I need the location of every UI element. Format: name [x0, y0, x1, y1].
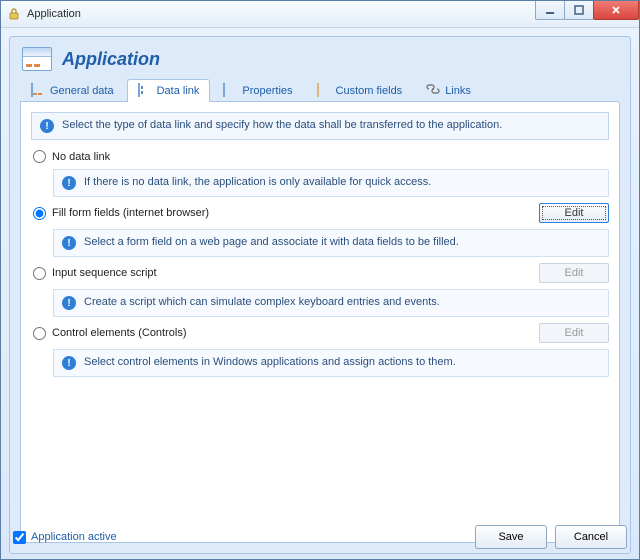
option-description: ! Select a form field on a web page and …	[53, 229, 609, 257]
window-buttons	[536, 1, 639, 20]
tab-data-link[interactable]: Data link	[127, 79, 211, 102]
option-label[interactable]: Control elements (Controls)	[52, 327, 187, 339]
maximize-button[interactable]	[564, 1, 594, 20]
option-label[interactable]: Input sequence script	[52, 267, 157, 279]
edit-button: Edit	[539, 263, 609, 283]
tab-general-data[interactable]: General data	[20, 79, 125, 102]
cancel-button[interactable]: Cancel	[555, 525, 627, 549]
info-text: Select the type of data link and specify…	[62, 119, 502, 131]
option-control-elements: Control elements (Controls) Edit ! Selec…	[31, 323, 609, 377]
tab-label: Data link	[157, 85, 200, 97]
dialog-footer: Application active Save Cancel	[13, 525, 627, 549]
tab-properties[interactable]: Properties	[212, 79, 303, 102]
option-description: ! Create a script which can simulate com…	[53, 289, 609, 317]
option-no-data-link: No data link ! If there is no data link,…	[31, 150, 609, 197]
edit-button[interactable]: Edit	[539, 203, 609, 223]
option-description: ! If there is no data link, the applicat…	[53, 169, 609, 197]
option-label[interactable]: No data link	[52, 151, 110, 163]
dialog-window: Application Application General data Dat…	[0, 0, 640, 560]
application-active-label[interactable]: Application active	[31, 531, 117, 543]
document-icon	[31, 84, 45, 98]
page-title: Application	[62, 49, 160, 70]
radio-input-sequence-script[interactable]	[33, 267, 46, 280]
option-input-sequence-script: Input sequence script Edit ! Create a sc…	[31, 263, 609, 317]
tab-label: Custom fields	[336, 85, 403, 97]
tab-links[interactable]: Links	[415, 79, 482, 102]
option-fill-form-fields: Fill form fields (internet browser) Edit…	[31, 203, 609, 257]
window-title: Application	[27, 8, 81, 20]
tab-panel-data-link: ! Select the type of data link and speci…	[20, 101, 620, 543]
properties-icon	[223, 84, 237, 98]
lock-icon	[7, 7, 21, 21]
info-icon: !	[40, 119, 54, 133]
radio-fill-form-fields[interactable]	[33, 207, 46, 220]
close-button[interactable]	[593, 1, 639, 20]
tab-label: General data	[50, 85, 114, 97]
application-active-checkbox[interactable]	[13, 531, 26, 544]
info-icon: !	[62, 176, 76, 190]
info-icon: !	[62, 296, 76, 310]
tab-label: Links	[445, 85, 471, 97]
dialog-header: Application	[22, 47, 620, 71]
data-link-icon	[138, 84, 152, 98]
option-description: ! Select control elements in Windows app…	[53, 349, 609, 377]
tab-custom-fields[interactable]: Custom fields	[306, 79, 414, 102]
titlebar: Application	[1, 1, 639, 28]
radio-no-data-link[interactable]	[33, 150, 46, 163]
info-icon: !	[62, 356, 76, 370]
custom-fields-icon	[317, 84, 331, 98]
links-icon	[426, 84, 440, 98]
minimize-button[interactable]	[535, 1, 565, 20]
save-button[interactable]: Save	[475, 525, 547, 549]
tab-strip: General data Data link Properties Custom…	[20, 79, 620, 102]
application-icon	[22, 47, 52, 71]
tab-label: Properties	[242, 85, 292, 97]
radio-control-elements[interactable]	[33, 327, 46, 340]
edit-button: Edit	[539, 323, 609, 343]
info-icon: !	[62, 236, 76, 250]
option-label[interactable]: Fill form fields (internet browser)	[52, 207, 209, 219]
dialog-body: Application General data Data link Prope…	[9, 36, 631, 554]
info-banner: ! Select the type of data link and speci…	[31, 112, 609, 140]
